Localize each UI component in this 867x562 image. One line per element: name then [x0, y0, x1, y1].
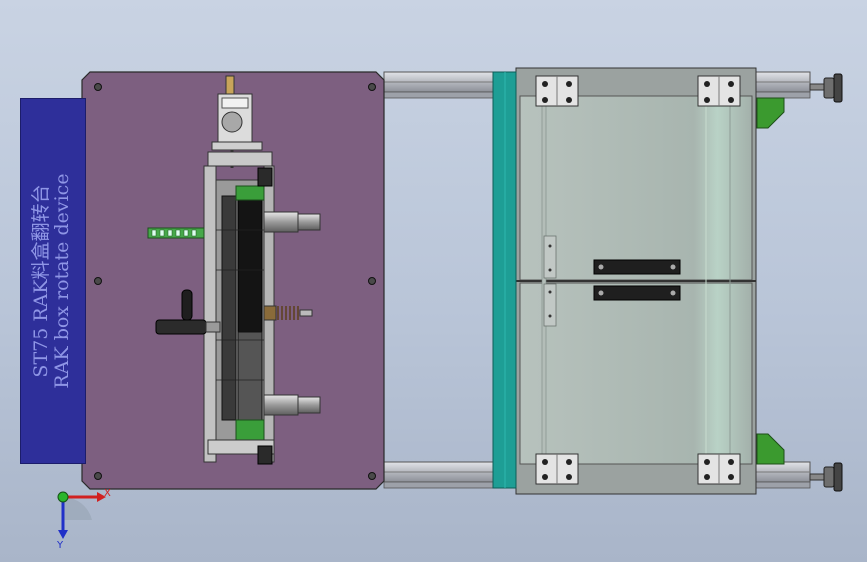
triad-y-label: Y: [56, 540, 64, 551]
device-label-line1: ST75 RAK料盒翻转台: [30, 184, 52, 378]
device-label-text: ST75 RAK料盒翻转台 RAK box rotate device: [21, 99, 85, 463]
coordinate-triad: X Y: [56, 488, 111, 551]
cylinder-lower: [263, 394, 321, 416]
green-bracket-bottom: [756, 433, 785, 465]
triad-x-label: X: [104, 488, 111, 499]
green-bracket-top: [756, 97, 785, 129]
hinge-top-left: [535, 75, 579, 107]
handle-upper: [593, 259, 681, 275]
hinge-bottom-right: [697, 453, 741, 485]
cylinder-upper: [263, 211, 321, 233]
hinge-bottom-left: [535, 453, 579, 485]
assembly-drawing: X Y: [56, 67, 843, 551]
leveling-foot-top: [809, 73, 843, 103]
device-label-sign: ST75 RAK料盒翻转台 RAK box rotate device: [20, 98, 86, 464]
handle-lower: [593, 285, 681, 301]
hinge-top-right: [697, 75, 741, 107]
device-label-line2: RAK box rotate device: [51, 173, 73, 389]
leveling-foot-bottom: [809, 462, 843, 492]
terminal-strip: [147, 227, 205, 239]
